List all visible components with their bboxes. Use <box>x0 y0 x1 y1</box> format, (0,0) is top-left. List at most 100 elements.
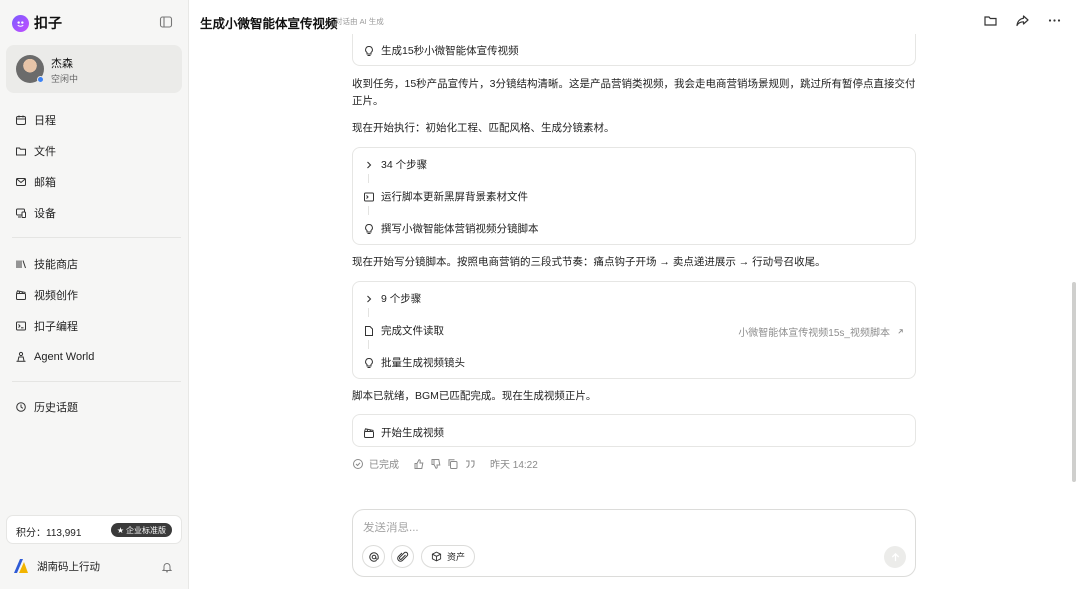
nav-item-coze-coding[interactable]: 扣子编程 <box>0 310 189 341</box>
nav-secondary: 技能商店 视频创作 扣子编程 Agent World <box>0 248 189 372</box>
lightbulb-icon <box>363 357 375 369</box>
timeline-line <box>368 206 369 215</box>
thumbs-up-icon[interactable] <box>413 458 425 470</box>
brand[interactable]: 扣子 <box>12 13 62 33</box>
thumbs-down-icon[interactable] <box>430 458 442 470</box>
sidebar-collapse-icon[interactable] <box>159 15 173 29</box>
sidebar: 扣子 杰森 空闲中 日程 文件 邮箱 设备 技能商店 视频创作 扣子编程 Age… <box>0 0 189 589</box>
nav-item-files[interactable]: 文件 <box>0 135 189 166</box>
mail-icon <box>15 176 27 188</box>
assets-label: 资产 <box>447 552 466 562</box>
points-card[interactable]: 积分：113,991 ★ 企业标准版 <box>6 515 182 544</box>
folder-icon <box>15 145 27 157</box>
brand-name: 扣子 <box>34 15 62 31</box>
copy-icon[interactable] <box>447 458 459 470</box>
nav-item-label: 邮箱 <box>34 176 56 189</box>
assistant-message: 脚本已就绪，BGM已匹配完成。现在生成视频正片。 <box>352 390 597 402</box>
quote-icon[interactable] <box>464 458 476 470</box>
plan-badge-label: 企业标准版 <box>126 525 166 535</box>
steps-toggle[interactable]: 9 个步骤 <box>363 291 421 306</box>
lightbulb-icon <box>363 223 375 235</box>
bell-icon[interactable] <box>161 561 173 573</box>
generate-video-card[interactable]: 开始生成视频 <box>352 414 916 447</box>
step-row[interactable]: 运行脚本更新黑屏背景素材文件 <box>363 189 528 204</box>
device-icon <box>15 207 27 219</box>
assets-button[interactable]: 资产 <box>421 545 476 568</box>
step-row[interactable]: 批量生成视频镜头 <box>363 355 465 370</box>
folder-icon[interactable] <box>983 13 998 28</box>
step-label: 完成文件读取 <box>381 325 444 337</box>
step-row[interactable]: 撰写小微智能体营销视频分镜脚本 <box>363 221 539 236</box>
nav-item-label: 历史话题 <box>34 401 78 414</box>
status-text: 已完成 <box>369 460 399 471</box>
nav-history: 历史话题 <box>0 391 189 422</box>
steps-toggle[interactable]: 34 个步骤 <box>363 157 427 172</box>
org-logo-icon <box>12 557 30 575</box>
chevron-right-icon <box>363 293 375 305</box>
terminal-icon <box>15 320 27 332</box>
external-link-icon <box>896 327 905 336</box>
step-row[interactable]: 完成文件读取 <box>363 323 444 338</box>
nav-item-label: 文件 <box>34 145 56 158</box>
terminal-icon <box>363 191 375 203</box>
file-icon <box>363 325 375 337</box>
skill-store-icon <box>15 258 27 270</box>
assistant-message: 收到任务，15秒产品宣传片，3分镜结构清晰。这是产品营销类视频，我会走电商营销场… <box>352 78 916 107</box>
generate-video-label: 开始生成视频 <box>381 427 444 439</box>
divider <box>12 381 181 382</box>
arrow-up-icon <box>890 552 901 563</box>
more-options-icon[interactable] <box>1047 13 1062 28</box>
plan-badge[interactable]: ★ 企业标准版 <box>110 523 172 537</box>
profile-name: 杰森 <box>51 58 73 70</box>
message-composer: 资产 <box>352 509 916 577</box>
nav-item-schedule[interactable]: 日程 <box>0 104 189 135</box>
send-button[interactable] <box>884 546 906 568</box>
lightbulb-icon <box>363 45 375 57</box>
nav-item-agent-world[interactable]: Agent World <box>0 341 189 372</box>
nav-item-label: 扣子编程 <box>34 320 78 333</box>
steps-card: 34 个步骤 运行脚本更新黑屏背景素材文件 撰写小微智能体营销视频分镜脚本 <box>352 147 916 245</box>
script-file-name: 小微智能体宣传视频15s_视频脚本 <box>738 328 890 339</box>
ai-disclaimer: 对话由 AI 生成 <box>335 17 384 26</box>
task-row: 生成15秒小微智能体宣传视频 <box>363 43 519 58</box>
clapperboard-icon <box>363 427 375 439</box>
steps-count: 34 个步骤 <box>381 159 428 171</box>
step-label: 运行脚本更新黑屏背景素材文件 <box>381 191 528 203</box>
scrollbar[interactable] <box>1072 282 1076 482</box>
nav-primary: 日程 文件 邮箱 设备 <box>0 104 189 228</box>
nav-item-label: 设备 <box>34 207 56 220</box>
nav-item-mail[interactable]: 邮箱 <box>0 166 189 197</box>
org-switcher[interactable]: 湖南码上行动 <box>12 557 100 575</box>
nav-item-skill-store[interactable]: 技能商店 <box>0 248 189 279</box>
brand-logo-icon <box>12 14 29 32</box>
at-sign-icon <box>368 551 380 563</box>
attach-button[interactable] <box>391 545 414 568</box>
points-balance: 积分：113,991 <box>16 528 82 539</box>
online-status-dot <box>37 76 44 83</box>
profile-card[interactable]: 杰森 空闲中 <box>6 45 182 93</box>
share-icon[interactable] <box>1015 13 1030 28</box>
mention-button[interactable] <box>362 545 385 568</box>
timeline-line <box>368 308 369 317</box>
divider <box>12 237 181 238</box>
nav-item-label: 日程 <box>34 114 56 127</box>
generate-video-row: 开始生成视频 <box>363 425 444 440</box>
message-meta: 已完成 昨天 14:22 <box>352 456 538 471</box>
message-input[interactable] <box>363 522 883 534</box>
nav-item-history[interactable]: 历史话题 <box>0 391 189 422</box>
script-file-link[interactable]: 小微智能体宣传视频15s_视频脚本 <box>738 324 905 339</box>
profile-status: 空闲中 <box>51 74 79 84</box>
step-label: 撰写小微智能体营销视频分镜脚本 <box>381 223 539 235</box>
check-circle-icon <box>352 458 364 470</box>
timestamp: 昨天 14:22 <box>490 460 538 471</box>
assistant-message: 现在开始执行：初始化工程、匹配风格、生成分镜素材。 <box>352 122 615 134</box>
nav-item-label: 视频创作 <box>34 289 78 302</box>
agent-world-icon <box>15 351 27 363</box>
timeline-line <box>368 340 369 349</box>
paperclip-icon <box>396 551 409 563</box>
nav-item-video-creation[interactable]: 视频创作 <box>0 279 189 310</box>
assistant-message: 现在开始写分镜脚本。按照电商营销的三段式节奏：痛点钩子开场 → 卖点递进展示 →… <box>352 256 826 268</box>
nav-item-devices[interactable]: 设备 <box>0 197 189 228</box>
step-label: 批量生成视频镜头 <box>381 357 465 369</box>
task-card[interactable]: 生成15秒小微智能体宣传视频 <box>352 34 916 66</box>
